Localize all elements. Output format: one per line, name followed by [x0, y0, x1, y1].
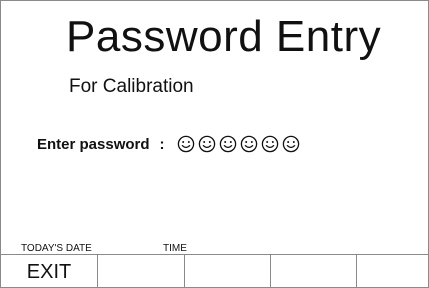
smiley-icon: [177, 135, 194, 153]
softkey-5[interactable]: [357, 255, 428, 287]
smiley-icon: [240, 135, 257, 153]
exit-button-label: EXIT: [26, 261, 72, 283]
password-input[interactable]: [177, 135, 300, 153]
exit-button[interactable]: EXIT: [1, 255, 98, 287]
password-entry-screen: Password Entry For Calibration Enter pas…: [0, 0, 429, 288]
smiley-icon: [219, 135, 236, 153]
smiley-icon: [282, 135, 299, 153]
softkey-2[interactable]: [98, 255, 185, 287]
softkey-bar: EXIT: [1, 254, 428, 287]
password-colon: :: [159, 135, 165, 153]
password-row: Enter password :: [37, 135, 300, 153]
smiley-icon: [261, 135, 278, 153]
password-label: Enter password: [37, 135, 150, 153]
page-title: Password Entry: [66, 12, 382, 61]
page-subtitle: For Calibration: [69, 76, 194, 97]
smiley-icon: [198, 135, 215, 153]
softkey-3[interactable]: [185, 255, 271, 287]
softkey-4[interactable]: [271, 255, 357, 287]
